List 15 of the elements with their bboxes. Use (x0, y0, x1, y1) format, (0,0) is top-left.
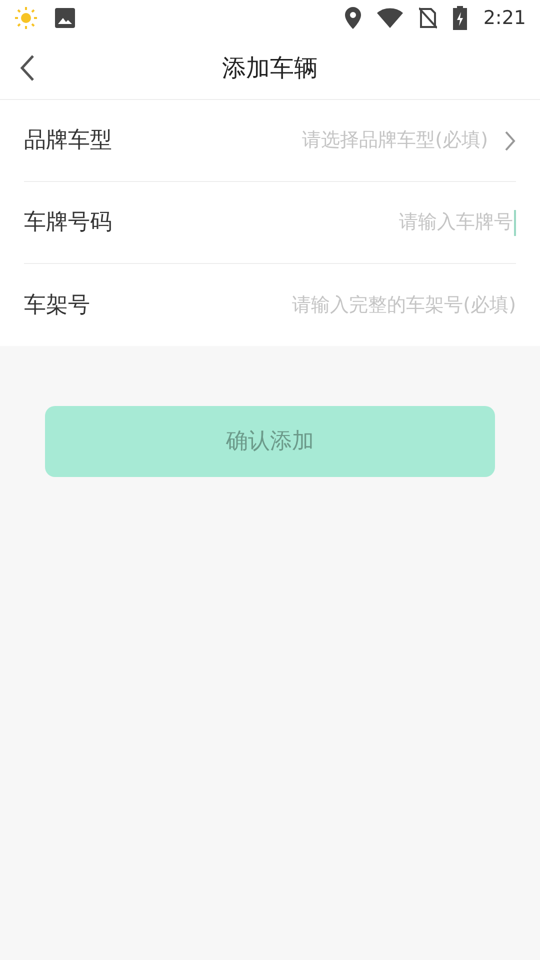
brightness-icon (14, 6, 38, 30)
field-label: 车牌号码 (24, 209, 112, 237)
wifi-icon (377, 8, 404, 28)
battery-charging-icon (453, 6, 468, 30)
input-field[interactable]: 请输入完整的车架号(必填) (216, 290, 516, 320)
chevron-right-icon (504, 130, 516, 152)
select-field[interactable]: 请选择品牌车型(必填) (188, 126, 488, 155)
field-label: 车架号 (24, 292, 90, 320)
location-icon (345, 7, 362, 29)
field-label: 品牌车型 (24, 127, 112, 155)
input-field[interactable]: 请输入车牌号 (213, 208, 513, 237)
status-time: 2:21 (483, 6, 526, 31)
image-icon (54, 7, 76, 29)
page-title: 添加车辆 (222, 52, 318, 84)
no-sim-icon (419, 7, 438, 29)
